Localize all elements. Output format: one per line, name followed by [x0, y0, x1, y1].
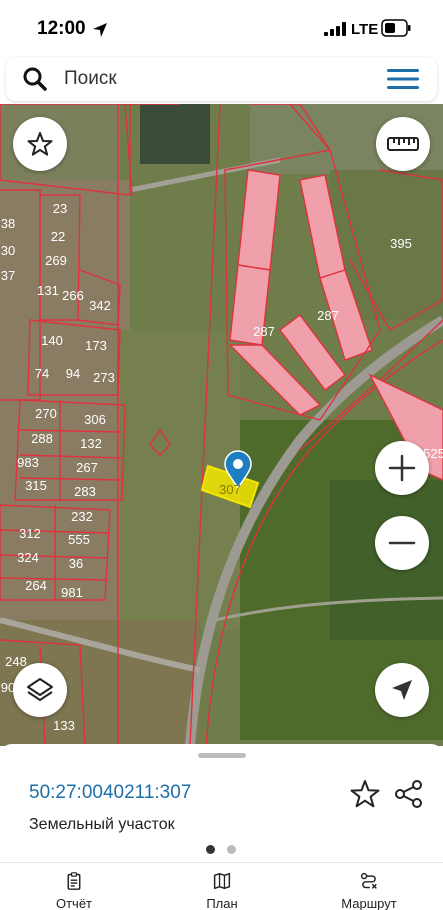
- tab-route-label: Маршрут: [341, 896, 397, 910]
- share-icon[interactable]: [393, 778, 425, 810]
- ruler-icon: [387, 137, 419, 151]
- parcel-label[interactable]: 264: [25, 578, 47, 593]
- map-icon: [213, 872, 231, 890]
- parcel-label[interactable]: 23: [53, 201, 67, 216]
- parcel-label[interactable]: 131: [37, 283, 59, 298]
- status-bar: 12:00 LTE: [0, 0, 443, 58]
- cadastral-number: 50:27:0040211:307: [29, 782, 192, 803]
- hamburger-menu-icon[interactable]: [387, 68, 419, 90]
- parcel-label[interactable]: 983: [17, 455, 39, 470]
- plus-icon: [388, 454, 416, 482]
- report-icon: [67, 872, 81, 890]
- parcel-label[interactable]: 173: [85, 338, 107, 353]
- parcel-label[interactable]: 312: [19, 526, 41, 541]
- map-view[interactable]: 23 22 269 131 266 342 140 173 74 94 273 …: [0, 104, 443, 746]
- minus-icon: [388, 541, 416, 545]
- satellite-map: 23 22 269 131 266 342 140 173 74 94 273 …: [0, 104, 443, 746]
- location-arrow-icon: [93, 23, 107, 37]
- search-bar: [6, 57, 437, 101]
- parcel-label[interactable]: 288: [31, 431, 53, 446]
- status-time: 12:00: [37, 18, 86, 39]
- parcel-label[interactable]: 232: [71, 509, 93, 524]
- tab-plan[interactable]: План: [190, 863, 254, 910]
- tab-report[interactable]: Отчёт: [42, 863, 106, 910]
- parcel-label[interactable]: 37: [1, 268, 15, 283]
- route-icon: [360, 872, 377, 889]
- sheet-grabber[interactable]: [198, 753, 246, 758]
- selected-parcel-label[interactable]: 307: [219, 482, 241, 497]
- favorites-map-button[interactable]: [13, 117, 67, 171]
- parcel-label[interactable]: 342: [89, 298, 111, 313]
- tab-route[interactable]: Маршрут: [326, 863, 412, 910]
- parcel-label[interactable]: 269: [45, 253, 67, 268]
- object-type: Земельный участок: [29, 816, 175, 833]
- tab-plan-label: План: [206, 896, 238, 910]
- location-arrow-icon: [392, 680, 412, 700]
- app-screen: 12:00 LTE Поиск 23 22 269 131 266 342 14…: [0, 0, 443, 910]
- star-icon: [27, 132, 53, 156]
- parcel-label[interactable]: 555: [68, 532, 90, 547]
- parcel-label[interactable]: 248: [5, 654, 27, 669]
- page-indicator: [206, 845, 238, 855]
- layers-icon: [27, 678, 53, 701]
- parcel-label[interactable]: 324: [17, 550, 39, 565]
- zoom-out-button[interactable]: [375, 516, 429, 570]
- parcel-label[interactable]: 306: [84, 412, 106, 427]
- page-dot: [227, 845, 236, 854]
- parcel-label[interactable]: 30: [1, 243, 15, 258]
- parcel-label[interactable]: 38: [1, 216, 15, 231]
- parcel-label[interactable]: 36: [69, 556, 83, 571]
- parcel-label[interactable]: 266: [62, 288, 84, 303]
- parcel-label[interactable]: 395: [390, 236, 412, 251]
- add-favorite-star-icon[interactable]: [349, 778, 381, 810]
- network-type: LTE: [351, 21, 379, 38]
- parcel-label[interactable]: 270: [35, 406, 57, 421]
- layers-button[interactable]: [13, 663, 67, 717]
- measure-ruler-button[interactable]: [376, 117, 430, 171]
- parcel-label[interactable]: 22: [51, 229, 65, 244]
- zoom-in-button[interactable]: [375, 441, 429, 495]
- search-icon[interactable]: [22, 66, 48, 92]
- signal-icon: [324, 22, 346, 36]
- parcel-label[interactable]: 315: [25, 478, 47, 493]
- tab-report-label: Отчёт: [55, 896, 93, 910]
- page-dot-active: [206, 845, 215, 854]
- bottom-tab-bar: Отчёт План Маршрут: [0, 862, 443, 910]
- parcel-label[interactable]: 287: [317, 308, 339, 323]
- parcel-label[interactable]: 133: [53, 718, 75, 733]
- parcel-label[interactable]: 74: [35, 366, 49, 381]
- battery-icon: [381, 19, 411, 37]
- parcel-label[interactable]: 981: [61, 585, 83, 600]
- parcel-label[interactable]: 283: [74, 484, 96, 499]
- parcel-label[interactable]: 287: [253, 324, 275, 339]
- search-input[interactable]: [64, 65, 364, 93]
- parcel-label[interactable]: 273: [93, 370, 115, 385]
- parcel-label[interactable]: 140: [41, 333, 63, 348]
- my-location-button[interactable]: [375, 663, 429, 717]
- parcel-label[interactable]: 267: [76, 460, 98, 475]
- parcel-label[interactable]: 94: [66, 366, 80, 381]
- parcel-label[interactable]: 132: [80, 436, 102, 451]
